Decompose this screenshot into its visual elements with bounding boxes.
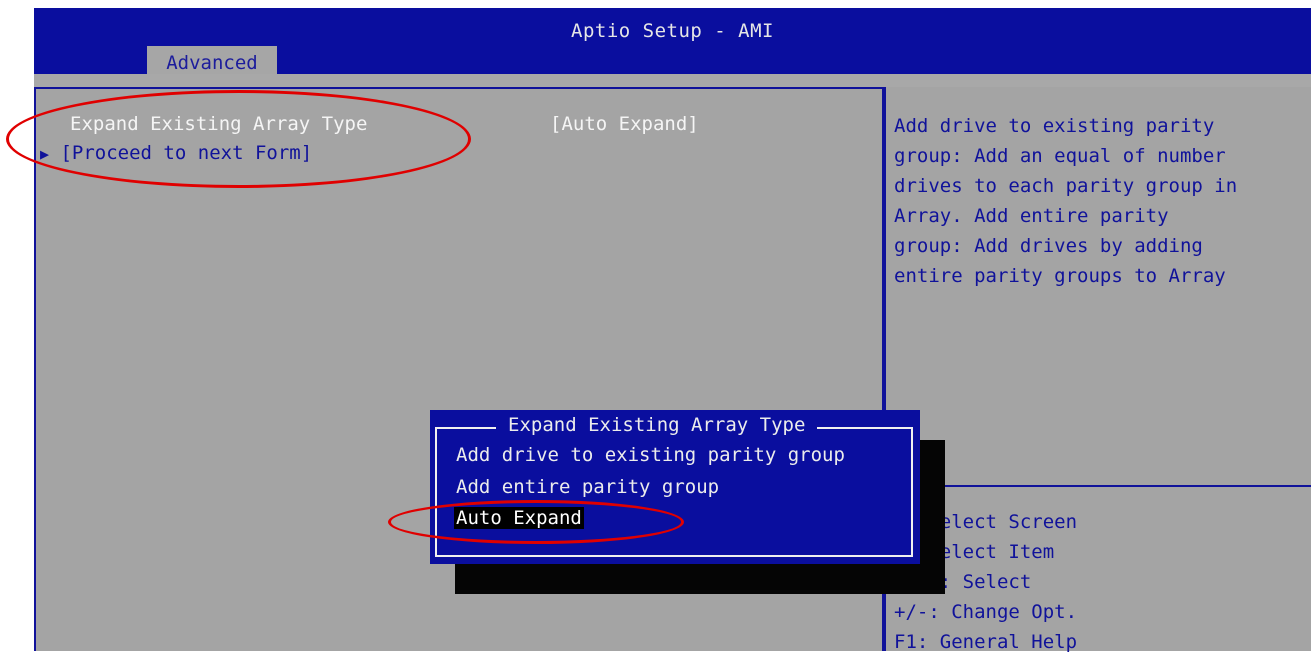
setting-expand-array-type-label[interactable]: Expand Existing Array Type [70, 113, 367, 135]
keys-divider [886, 485, 1311, 487]
key-general-help: F1: General Help [894, 631, 1078, 653]
key-change-opt: +/-: Change Opt. [894, 601, 1078, 623]
header-bar: Aptio Setup - AMI Advanced [34, 8, 1311, 78]
setting-expand-array-type-value[interactable]: [Auto Expand] [550, 113, 699, 135]
window-title: Aptio Setup - AMI [571, 20, 774, 42]
popup-option-add-entire-group[interactable]: Add entire parity group [456, 476, 719, 498]
proceed-next-form-item[interactable]: ▶ [Proceed to next Form] [40, 142, 312, 164]
help-line: group: Add an equal of number [894, 145, 1226, 167]
popup-option-auto-expand[interactable]: Auto Expand [454, 507, 584, 529]
options-popup: Expand Existing Array Type Add drive to … [430, 410, 920, 564]
help-line: drives to each parity group in [894, 175, 1238, 197]
header-separator [34, 74, 1311, 87]
bios-screen: Aptio Setup - AMI Advanced Expand Existi… [0, 0, 1311, 653]
help-text: Add drive to existing parity group: Add … [894, 111, 1304, 291]
help-line: Add drive to existing parity [894, 115, 1215, 137]
submenu-arrow-icon: ▶ [40, 145, 50, 163]
proceed-next-form-label: [Proceed to next Form] [60, 142, 313, 164]
popup-option-add-drive[interactable]: Add drive to existing parity group [456, 444, 845, 466]
help-line: entire parity groups to Array [894, 265, 1226, 287]
help-line: group: Add drives by adding [894, 235, 1203, 257]
popup-title: Expand Existing Array Type [496, 414, 818, 436]
help-line: Array. Add entire parity [894, 205, 1169, 227]
